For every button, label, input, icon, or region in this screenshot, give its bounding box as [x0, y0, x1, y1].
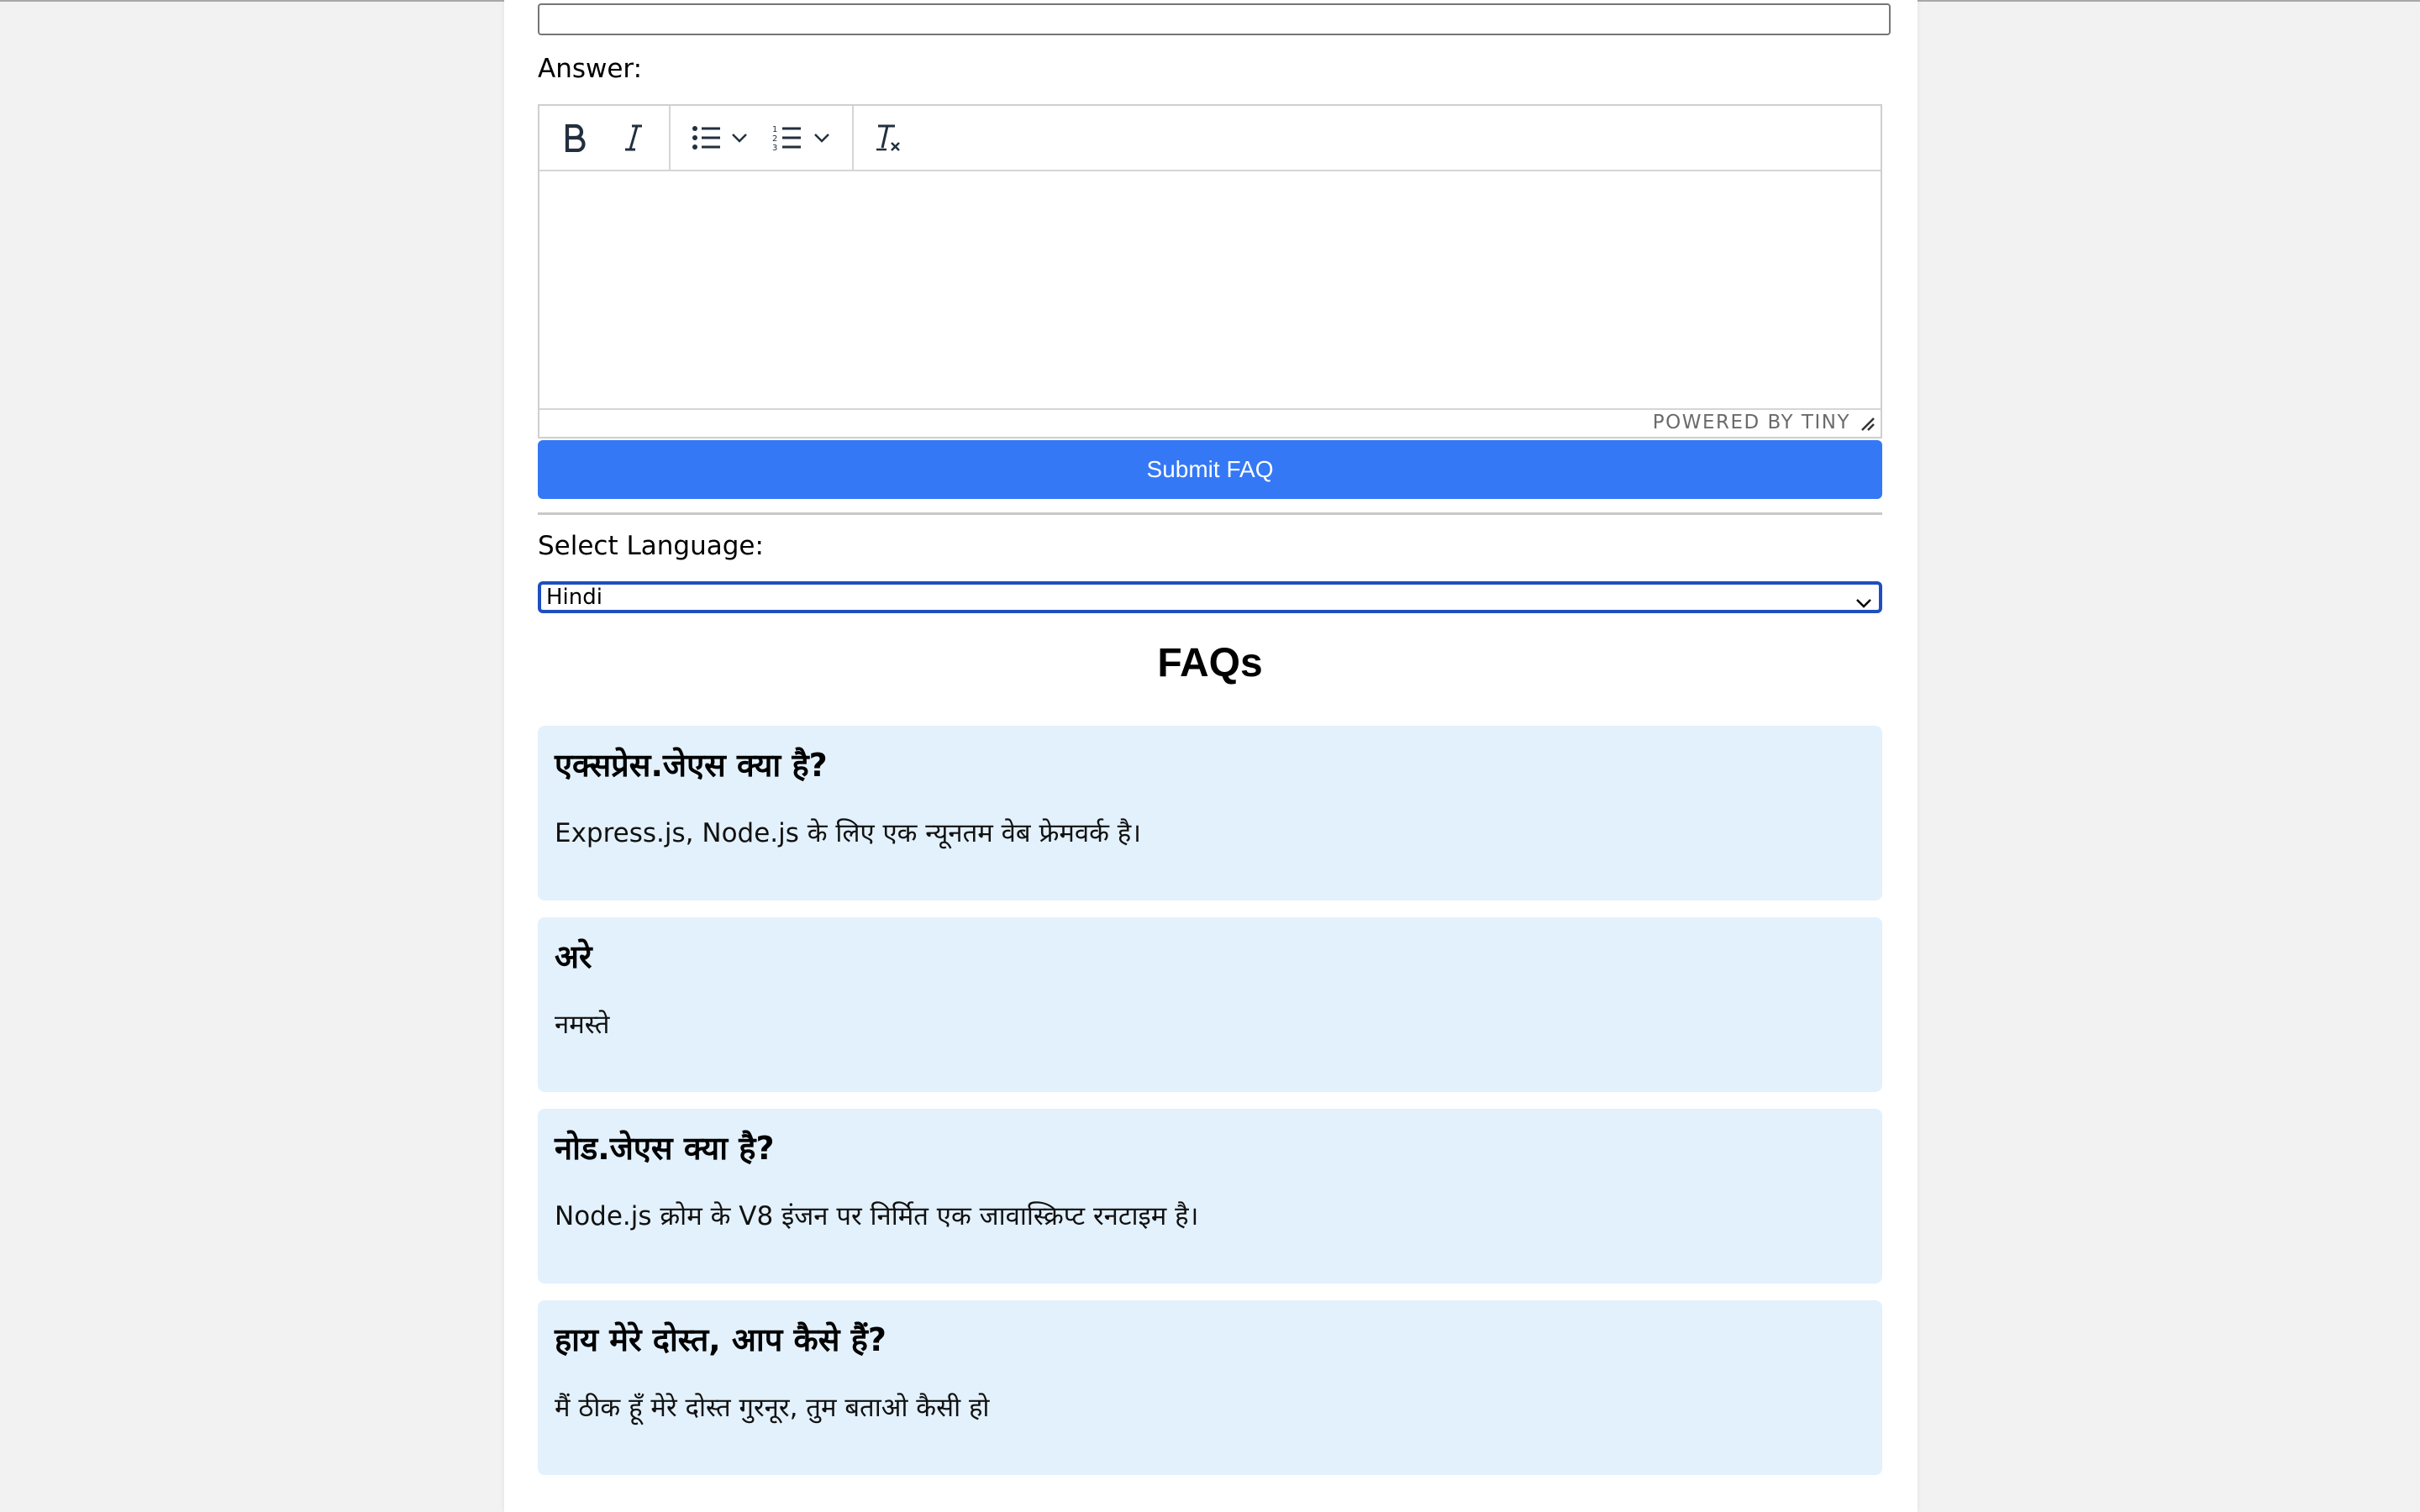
svg-text:2: 2: [772, 134, 777, 144]
faq-question: हाय मेरे दोस्त, आप कैसे हैं?: [555, 1321, 886, 1358]
question-input[interactable]: [538, 3, 1891, 35]
bold-icon[interactable]: [551, 119, 598, 156]
clear-formatting-icon[interactable]: [864, 119, 911, 156]
editor-toolbar: 123: [539, 106, 1881, 171]
editor-statusbar: POWERED BY TINY: [539, 408, 1881, 437]
faq-page-container: Answer: 123 POWERED BY TINY Submit FAQ S…: [504, 0, 1918, 1512]
language-select[interactable]: Hindi: [538, 581, 1882, 613]
italic-icon[interactable]: [610, 119, 657, 156]
svg-text:3: 3: [772, 144, 777, 152]
bullet-list-icon[interactable]: [687, 119, 726, 156]
faq-question: नोड.जेएस क्या है?: [555, 1130, 775, 1167]
submit-faq-button[interactable]: Submit FAQ: [538, 440, 1882, 499]
resize-handle-icon[interactable]: [1857, 413, 1876, 435]
select-language-label: Select Language:: [538, 531, 764, 561]
chevron-down-icon[interactable]: [810, 119, 834, 156]
editor-content-area[interactable]: [539, 171, 1881, 410]
chevron-down-icon: [1855, 590, 1872, 615]
section-divider: [538, 512, 1882, 515]
numbered-list-icon[interactable]: 123: [768, 119, 807, 156]
faq-answer: Express.js, Node.js के लिए एक न्यूनतम वे…: [555, 818, 1141, 848]
language-select-value: Hindi: [546, 585, 602, 610]
toolbar-group-lists: 123: [669, 106, 854, 170]
faq-answer: नमस्ते: [555, 1010, 610, 1040]
chevron-down-icon[interactable]: [728, 119, 751, 156]
faq-answer: मैं ठीक हूँ मेरे दोस्त गुरनूर, तुम बताओ …: [555, 1393, 990, 1423]
faq-item: एक्सप्रेस.जेएस क्या है? Express.js, Node…: [538, 726, 1882, 900]
faq-item: नोड.जेएस क्या है? Node.js क्रोम के V8 इं…: [538, 1109, 1882, 1284]
faq-item: हाय मेरे दोस्त, आप कैसे हैं? मैं ठीक हूँ…: [538, 1300, 1882, 1475]
faq-question: एक्सप्रेस.जेएस क्या है?: [555, 747, 828, 784]
faq-question: अरे: [555, 938, 592, 975]
faq-answer: Node.js क्रोम के V8 इंजन पर निर्मित एक ज…: [555, 1201, 1199, 1231]
answer-label: Answer:: [538, 54, 643, 84]
svg-text:1: 1: [772, 125, 777, 134]
powered-by-tiny-link[interactable]: POWERED BY TINY: [1653, 412, 1850, 433]
answer-rich-text-editor[interactable]: 123 POWERED BY TINY: [538, 104, 1882, 438]
faqs-heading: FAQs: [1157, 641, 1263, 685]
faq-item: अरे नमस्ते: [538, 917, 1882, 1092]
toolbar-group-formatting: [539, 106, 671, 170]
